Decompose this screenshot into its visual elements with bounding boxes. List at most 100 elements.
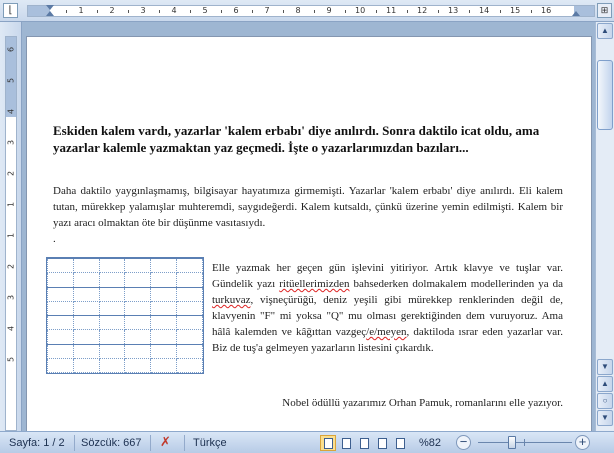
table-cell[interactable] (124, 343, 152, 359)
document-area[interactable]: Eskiden kalem vardı, yazarlar 'kalem erb… (22, 22, 595, 431)
table-cell[interactable] (47, 300, 74, 317)
intro-paragraph[interactable]: Daha daktilo yaygınlaşmamış, bilgisayar … (53, 183, 563, 231)
table-cell[interactable] (72, 300, 100, 317)
table-cell[interactable] (72, 343, 100, 359)
zoom-out-button[interactable]: − (456, 435, 471, 450)
table-cell[interactable] (98, 357, 126, 374)
table-cell[interactable] (72, 272, 100, 288)
table-cell[interactable] (176, 329, 203, 345)
article-heading[interactable]: Eskiden kalem vardı, yazarlar 'kalem erb… (53, 122, 563, 156)
ruler-number: 12 (417, 6, 428, 15)
table-cell[interactable] (150, 286, 178, 302)
table-cell[interactable] (124, 300, 152, 317)
spelling-error[interactable]: /e/meyen (366, 326, 406, 338)
table-cell[interactable] (47, 286, 74, 302)
table-cell[interactable] (98, 286, 126, 302)
previous-page-button[interactable]: ▲ (597, 376, 613, 392)
ruler-tick (159, 10, 160, 13)
draft-view-button[interactable] (392, 435, 408, 451)
print-layout-view-button[interactable] (320, 435, 336, 451)
table-cell[interactable] (124, 329, 152, 345)
next-page-button[interactable]: ▼ (597, 410, 613, 426)
table-cell[interactable] (150, 329, 178, 345)
table-cell[interactable] (47, 357, 74, 374)
vertical-ruler[interactable]: 6 5 4 3 2 1 1 2 3 4 5 (0, 22, 22, 431)
horizontal-ruler[interactable]: ⌊ 1 2 3 4 5 6 7 8 9 10 11 12 13 14 15 16 ⊞ (0, 0, 614, 22)
table-cell[interactable] (47, 257, 74, 274)
table-cell[interactable] (98, 300, 126, 317)
table-cell[interactable] (72, 357, 100, 374)
table-cell[interactable] (98, 343, 126, 359)
empty-table[interactable] (46, 257, 204, 374)
table-cell[interactable] (150, 357, 178, 374)
table-cell[interactable] (176, 343, 203, 359)
table-cell[interactable] (72, 329, 100, 345)
table-cell[interactable] (124, 314, 152, 331)
page-count[interactable]: Sayfa: 1 / 2 (9, 436, 65, 450)
scroll-thumb[interactable] (597, 60, 613, 130)
body-paragraph[interactable]: Elle yazmak her geçen gün işlevini yitir… (212, 260, 563, 356)
table-cell[interactable] (47, 314, 74, 331)
vertical-ruler-number: 1 (6, 201, 16, 208)
table-cell[interactable] (98, 272, 126, 288)
table-cell[interactable] (47, 272, 74, 288)
view-ruler-button[interactable]: ⊞ (597, 3, 612, 18)
table-cell[interactable] (98, 329, 126, 345)
web-layout-button[interactable] (356, 435, 372, 451)
word-count[interactable]: Sözcük: 667 (81, 436, 142, 450)
table-cell[interactable] (176, 257, 203, 274)
right-indent-marker[interactable] (572, 11, 580, 16)
proofing-icon[interactable]: ✗ (160, 435, 171, 449)
ruler-tick (376, 10, 377, 13)
table-cell[interactable] (176, 357, 203, 374)
table-cell[interactable] (72, 257, 100, 274)
vertical-ruler-strip[interactable]: 6 5 4 3 2 1 1 2 3 4 5 (5, 36, 17, 431)
browse-object-button[interactable]: ○ (597, 393, 613, 409)
table-cell[interactable] (72, 314, 100, 331)
table-cell[interactable] (150, 300, 178, 317)
ruler-number: 1 (78, 6, 84, 15)
table-cell[interactable] (150, 257, 178, 274)
table-cell[interactable] (150, 343, 178, 359)
table-cell[interactable] (176, 286, 203, 302)
stray-period[interactable]: . (53, 233, 56, 245)
table-cell[interactable] (98, 314, 126, 331)
scroll-down-button[interactable]: ▼ (597, 359, 613, 375)
zoom-slider-track[interactable] (478, 442, 572, 443)
table-cell[interactable] (98, 257, 126, 274)
outline-view-button[interactable] (374, 435, 390, 451)
table-cell[interactable] (124, 257, 152, 274)
table-cell[interactable] (176, 314, 203, 331)
table-cell[interactable] (176, 300, 203, 317)
table-row (47, 272, 203, 288)
hanging-indent-marker[interactable] (46, 11, 54, 16)
table-cell[interactable] (150, 314, 178, 331)
table-cell[interactable] (124, 357, 152, 374)
table-cell[interactable] (47, 329, 74, 345)
vertical-scrollbar[interactable]: ▲ ▼ ▲ ○ ▼ (595, 22, 614, 431)
ruler-strip[interactable]: 1 2 3 4 5 6 7 8 9 10 11 12 13 14 15 16 (27, 5, 595, 17)
tab-selector-button[interactable]: ⌊ (3, 3, 18, 18)
table-grid[interactable] (47, 257, 203, 374)
language-indicator[interactable]: Türkçe (193, 436, 227, 450)
ruler-number: 5 (202, 6, 208, 15)
status-separator (184, 435, 185, 451)
document-page[interactable]: Eskiden kalem vardı, yazarlar 'kalem erb… (26, 36, 592, 431)
full-screen-reading-button[interactable] (338, 435, 354, 451)
table-cell[interactable] (176, 272, 203, 288)
zoom-level[interactable]: %82 (419, 436, 441, 450)
pamuk-paragraph[interactable]: Nobel ödüllü yazarımız Orhan Pamuk, roma… (212, 395, 563, 411)
table-cell[interactable] (150, 272, 178, 288)
first-line-indent-marker[interactable] (46, 5, 54, 10)
scroll-up-button[interactable]: ▲ (597, 23, 613, 39)
table-cell[interactable] (124, 272, 152, 288)
vertical-ruler-number: 5 (6, 356, 16, 363)
zoom-slider-center-mark (524, 439, 525, 446)
spelling-error[interactable]: ritüellerimizden (279, 278, 349, 290)
zoom-slider-thumb[interactable] (508, 436, 516, 449)
table-cell[interactable] (124, 286, 152, 302)
spelling-error[interactable]: turkuvaz (212, 294, 250, 306)
table-cell[interactable] (47, 343, 74, 359)
table-cell[interactable] (72, 286, 100, 302)
zoom-in-button[interactable]: + (575, 435, 590, 450)
